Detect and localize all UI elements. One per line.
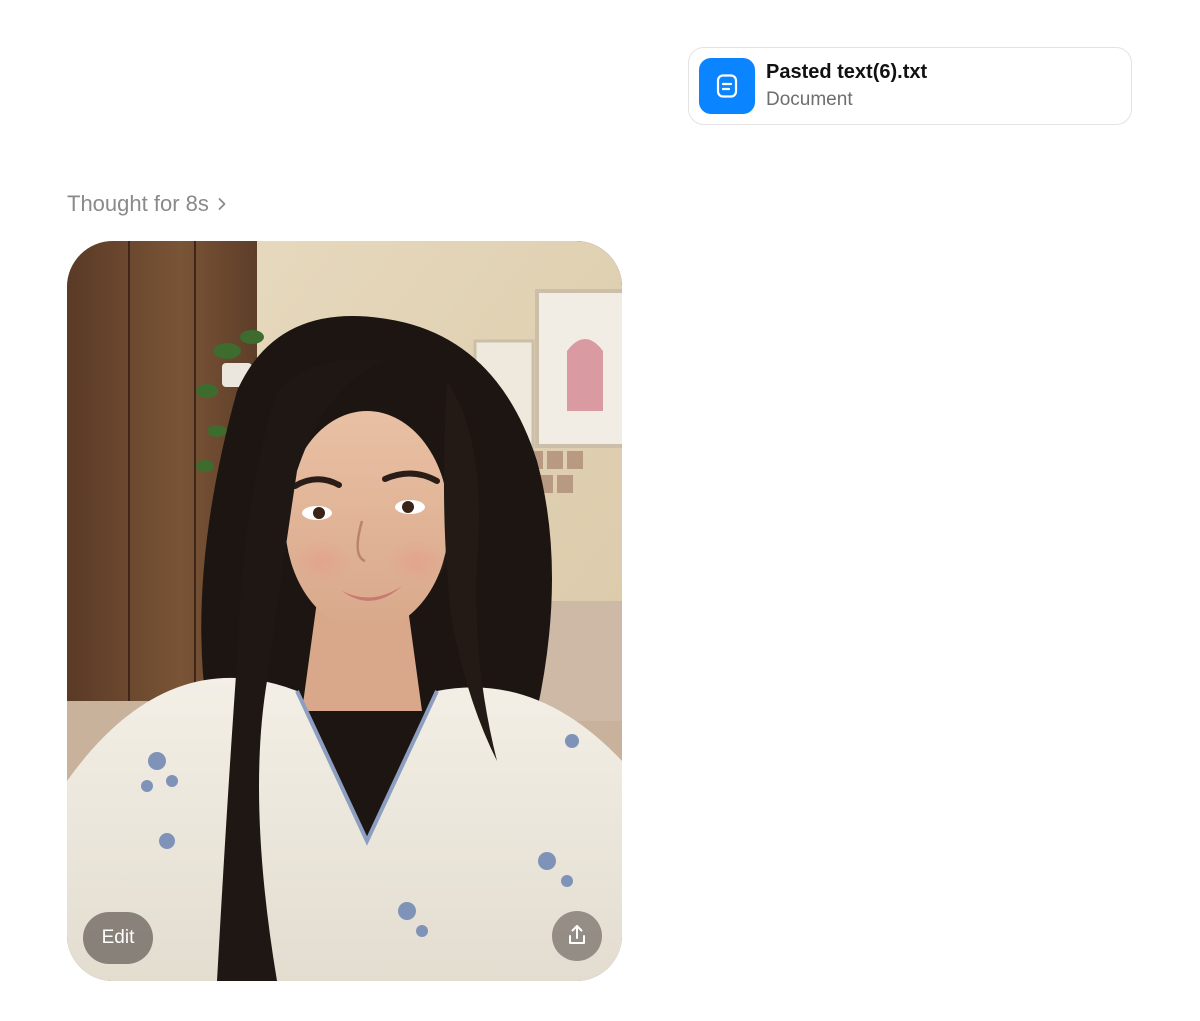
- document-icon: [699, 58, 755, 114]
- share-icon: [566, 923, 588, 950]
- edit-button[interactable]: Edit: [83, 912, 153, 964]
- selfie-photo: [67, 241, 622, 981]
- chevron-right-icon: [217, 191, 227, 217]
- file-type: Document: [766, 89, 853, 110]
- chat-view: Pasted text(6).txt Document Thought for …: [0, 0, 1200, 1021]
- share-button[interactable]: [552, 911, 602, 961]
- file-name: Pasted text(6).txt: [766, 61, 928, 83]
- generated-image[interactable]: Edit: [67, 241, 622, 981]
- file-attachment-card[interactable]: Pasted text(6).txt Document: [688, 47, 1132, 125]
- thought-toggle[interactable]: Thought for 8s: [67, 188, 227, 220]
- thought-label: Thought for 8s: [67, 191, 209, 216]
- file-meta: Pasted text(6).txt Document: [766, 59, 927, 113]
